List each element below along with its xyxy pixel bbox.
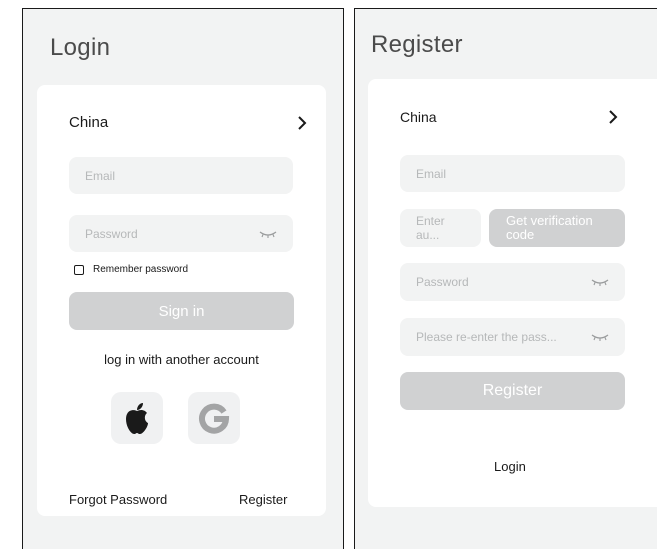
remember-checkbox[interactable] (74, 264, 84, 275)
page-title: Register (371, 31, 463, 58)
country-label: China (69, 114, 109, 131)
remember-password-row[interactable]: Remember password (74, 264, 188, 275)
password-field[interactable]: Password (400, 263, 625, 301)
code-placeholder: Enter au... (416, 214, 445, 242)
eye-closed-icon[interactable] (259, 230, 277, 238)
verification-code-field[interactable]: Enter au... (400, 209, 481, 247)
email-placeholder: Email (85, 168, 116, 183)
email-placeholder: Email (416, 166, 447, 181)
register-card: China Email Enter au... Get verification… (368, 79, 657, 507)
country-selector[interactable]: China (400, 109, 620, 125)
country-selector[interactable]: China (69, 114, 309, 131)
login-card: China Email Password Remember password S… (37, 85, 326, 516)
remember-label: Remember password (93, 264, 189, 275)
register-screen: Register China Email Enter au... Get ver… (354, 8, 657, 549)
get-verification-code-button[interactable]: Get verification code (489, 209, 625, 247)
password-placeholder: Password (416, 275, 469, 289)
apple-icon (126, 403, 148, 434)
chevron-right-icon (298, 115, 307, 130)
get-code-label: Get verification code (506, 213, 593, 242)
register-button[interactable]: Register (400, 372, 625, 410)
password-placeholder: Password (85, 226, 138, 241)
password-field[interactable]: Password (69, 215, 293, 252)
confirm-password-placeholder: Please re-enter the pass... (416, 330, 557, 344)
login-screen: Login China Email Password Remember pass… (22, 8, 344, 549)
email-field[interactable]: Email (400, 155, 625, 192)
email-field[interactable]: Email (69, 157, 293, 194)
login-link[interactable]: Login (494, 459, 526, 474)
chevron-right-icon (609, 110, 618, 124)
sign-in-button[interactable]: Sign in (69, 292, 294, 330)
register-link[interactable]: Register (239, 492, 287, 507)
confirm-password-field[interactable]: Please re-enter the pass... (400, 318, 625, 356)
eye-closed-icon[interactable] (591, 278, 609, 286)
alt-login-text: log in with another account (104, 352, 259, 367)
country-label: China (400, 109, 437, 125)
eye-closed-icon[interactable] (591, 333, 609, 341)
apple-login-button[interactable] (111, 392, 163, 444)
google-login-button[interactable] (188, 392, 240, 444)
page-title: Login (50, 34, 111, 61)
google-icon (199, 403, 230, 434)
forgot-password-link[interactable]: Forgot Password (69, 492, 167, 507)
